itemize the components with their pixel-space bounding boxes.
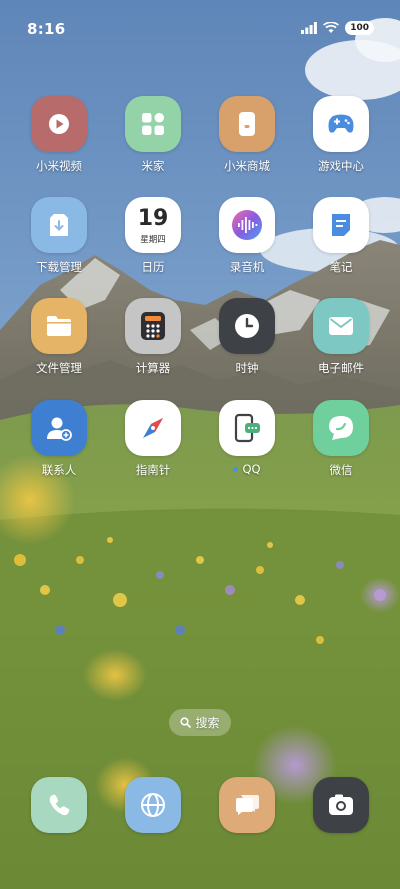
app-label: 计算器 bbox=[135, 361, 171, 375]
app-label: 文件管理 bbox=[36, 361, 82, 375]
app-label: 微信 bbox=[329, 463, 353, 477]
app-label: 电子邮件 bbox=[318, 361, 364, 375]
app-game-center[interactable]: 游戏中心 bbox=[294, 96, 388, 174]
app-file-manager[interactable]: 文件管理 bbox=[12, 298, 106, 376]
calculator-icon bbox=[125, 298, 181, 354]
dock-messages[interactable] bbox=[219, 777, 275, 833]
app-label: 下载管理 bbox=[36, 260, 82, 274]
mi-home-icon bbox=[125, 96, 181, 152]
app-label: 时钟 bbox=[235, 361, 259, 375]
app-contacts[interactable]: 联系人 bbox=[12, 400, 106, 478]
app-notes[interactable]: 笔记 bbox=[294, 197, 388, 275]
app-calendar[interactable]: 19 星期四 日历 bbox=[106, 197, 200, 275]
app-mi-video[interactable]: 小米视频 bbox=[12, 96, 106, 174]
wechat-icon bbox=[313, 400, 369, 456]
recorder-icon bbox=[219, 197, 275, 253]
mail-icon bbox=[313, 298, 369, 354]
download-box-icon bbox=[31, 197, 87, 253]
globe-icon bbox=[141, 793, 165, 817]
folder-icon bbox=[31, 298, 87, 354]
app-label: 录音机 bbox=[229, 260, 265, 274]
status-bar: 8:16 100 bbox=[0, 0, 400, 44]
clock-icon bbox=[219, 298, 275, 354]
phone-chat-icon bbox=[219, 400, 275, 456]
calendar-icon: 19 星期四 bbox=[125, 197, 181, 253]
notes-icon bbox=[313, 197, 369, 253]
app-downloads[interactable]: 下载管理 bbox=[12, 197, 106, 275]
messages-icon bbox=[236, 795, 259, 815]
app-label: 游戏中心 bbox=[318, 159, 364, 173]
app-wechat[interactable]: 微信 bbox=[294, 400, 388, 478]
app-label: 联系人 bbox=[41, 463, 77, 477]
contacts-icon bbox=[31, 400, 87, 456]
app-mi-store[interactable]: 小米商城 bbox=[200, 96, 294, 174]
app-label-text: QQ bbox=[242, 462, 261, 476]
calendar-day: 19 bbox=[137, 206, 169, 231]
gamepad-icon bbox=[313, 96, 369, 152]
wifi-icon bbox=[323, 22, 340, 33]
camera-icon bbox=[329, 794, 353, 815]
battery-level: 100 bbox=[345, 21, 374, 35]
status-time: 8:16 bbox=[27, 20, 66, 38]
app-recorder[interactable]: 录音机 bbox=[200, 197, 294, 275]
mi-video-icon bbox=[31, 96, 87, 152]
app-label: 小米视频 bbox=[36, 159, 82, 173]
phone-icon bbox=[49, 794, 70, 816]
dock-browser[interactable] bbox=[125, 777, 181, 833]
app-calculator[interactable]: 计算器 bbox=[106, 298, 200, 376]
search-button[interactable]: 搜索 bbox=[169, 709, 231, 736]
search-icon bbox=[180, 717, 192, 728]
app-label: QQ bbox=[200, 462, 294, 476]
calendar-weekday: 星期四 bbox=[140, 235, 166, 245]
app-label: 日历 bbox=[141, 260, 165, 274]
app-label: 指南针 bbox=[135, 463, 171, 477]
app-label: 笔记 bbox=[329, 260, 353, 274]
app-label: 小米商城 bbox=[224, 159, 270, 173]
search-label: 搜索 bbox=[195, 716, 220, 730]
mi-store-icon bbox=[219, 96, 275, 152]
new-install-dot bbox=[233, 467, 239, 472]
dock-phone[interactable] bbox=[31, 777, 87, 833]
status-icons: 100 bbox=[301, 21, 374, 35]
compass-icon bbox=[125, 400, 181, 456]
app-clock[interactable]: 时钟 bbox=[200, 298, 294, 376]
dock-camera[interactable] bbox=[313, 777, 369, 833]
home-screen: 8:16 100 小米视频 米家 小米商城 游戏中心 下载管理 19 星期四 日… bbox=[0, 0, 400, 889]
app-qq[interactable]: QQ bbox=[200, 400, 294, 476]
cellular-signal-icon bbox=[301, 22, 318, 34]
app-email[interactable]: 电子邮件 bbox=[294, 298, 388, 376]
app-mi-home[interactable]: 米家 bbox=[106, 96, 200, 174]
app-compass[interactable]: 指南针 bbox=[106, 400, 200, 478]
app-label: 米家 bbox=[141, 159, 165, 173]
